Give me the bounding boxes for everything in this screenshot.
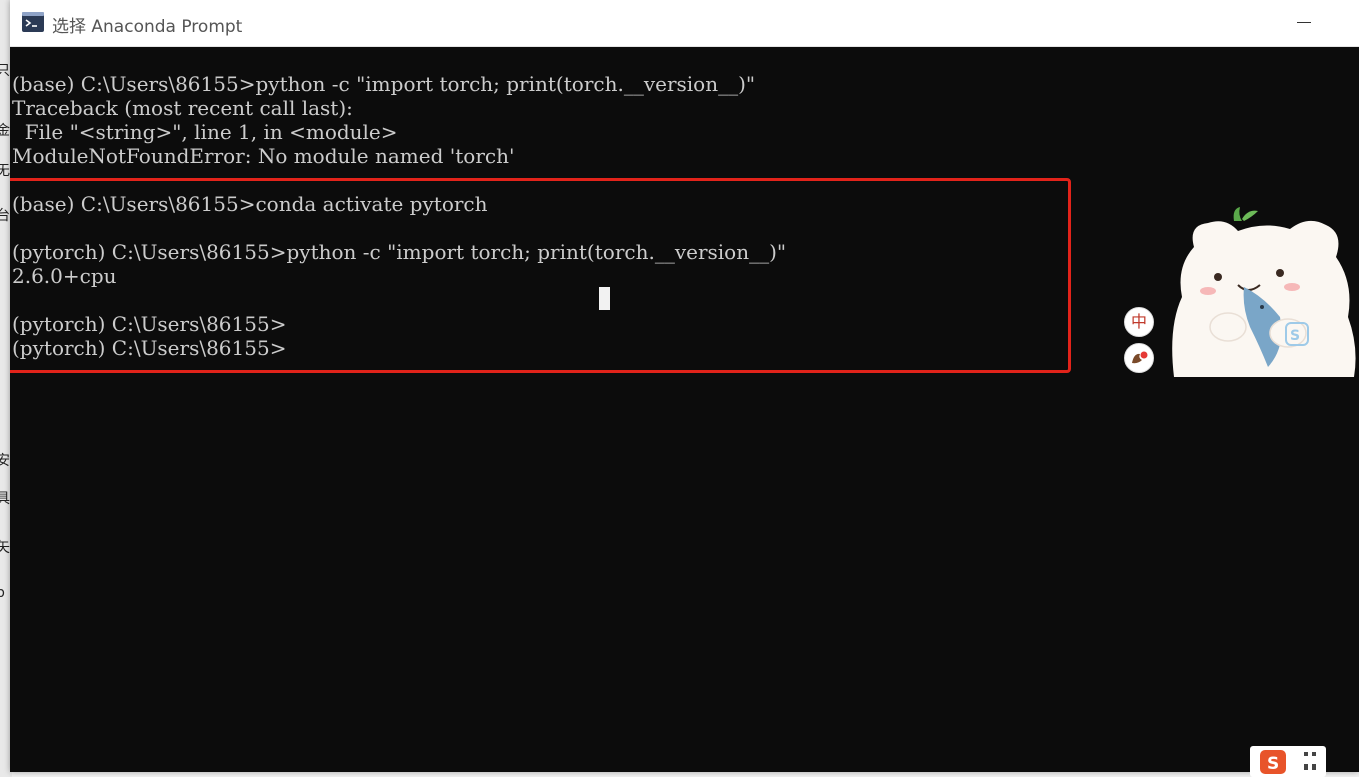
svg-text:S: S bbox=[1290, 328, 1300, 344]
ime-mode-toggle[interactable]: 中 bbox=[1124, 307, 1154, 337]
sogou-s-icon[interactable]: S bbox=[1260, 750, 1286, 774]
bg-char: 矢 bbox=[0, 540, 10, 556]
terminal-line: (pytorch) C:\Users\86155> bbox=[12, 312, 287, 336]
terminal-icon bbox=[22, 12, 44, 32]
ime-menu-icon[interactable] bbox=[1302, 750, 1320, 772]
bg-char: 旡 bbox=[0, 163, 10, 179]
bg-char: 金 bbox=[0, 123, 10, 139]
terminal-line: Traceback (most recent call last): bbox=[12, 96, 353, 120]
terminal-line: (pytorch) C:\Users\86155>python -c "impo… bbox=[12, 240, 787, 264]
minimize-button[interactable] bbox=[1295, 10, 1319, 34]
terminal-line: File "<string>", line 1, in <module> bbox=[12, 120, 398, 144]
bear-mascot-icon[interactable]: S bbox=[1168, 207, 1359, 377]
anaconda-prompt-window[interactable]: 选择 Anaconda Prompt (base) C:\Users\86155… bbox=[10, 0, 1359, 772]
ime-floating-widget[interactable]: 中 S bbox=[1124, 207, 1359, 379]
ime-toolbox-icon[interactable] bbox=[1124, 343, 1154, 373]
svg-text:S: S bbox=[1267, 754, 1279, 774]
text-cursor bbox=[599, 287, 610, 310]
taskbar-ime-indicator[interactable]: S bbox=[1250, 746, 1326, 777]
bg-char: 具 bbox=[0, 491, 10, 507]
terminal-output[interactable]: (base) C:\Users\86155>python -c "import … bbox=[10, 47, 1359, 772]
terminal-line: (base) C:\Users\86155>conda activate pyt… bbox=[12, 192, 488, 216]
window-titlebar[interactable]: 选择 Anaconda Prompt bbox=[10, 0, 1359, 47]
terminal-line: ModuleNotFoundError: No module named 'to… bbox=[12, 144, 515, 168]
window-title: 选择 Anaconda Prompt bbox=[52, 17, 243, 37]
bg-char: 安 bbox=[0, 453, 10, 469]
bg-char: p bbox=[0, 585, 5, 601]
terminal-line: (pytorch) C:\Users\86155> bbox=[12, 336, 287, 360]
terminal-line: 2.6.0+cpu bbox=[12, 264, 117, 288]
bg-char: 只 bbox=[0, 63, 10, 79]
terminal-line: (base) C:\Users\86155>python -c "import … bbox=[12, 72, 756, 96]
bg-char: 台 bbox=[0, 208, 10, 224]
